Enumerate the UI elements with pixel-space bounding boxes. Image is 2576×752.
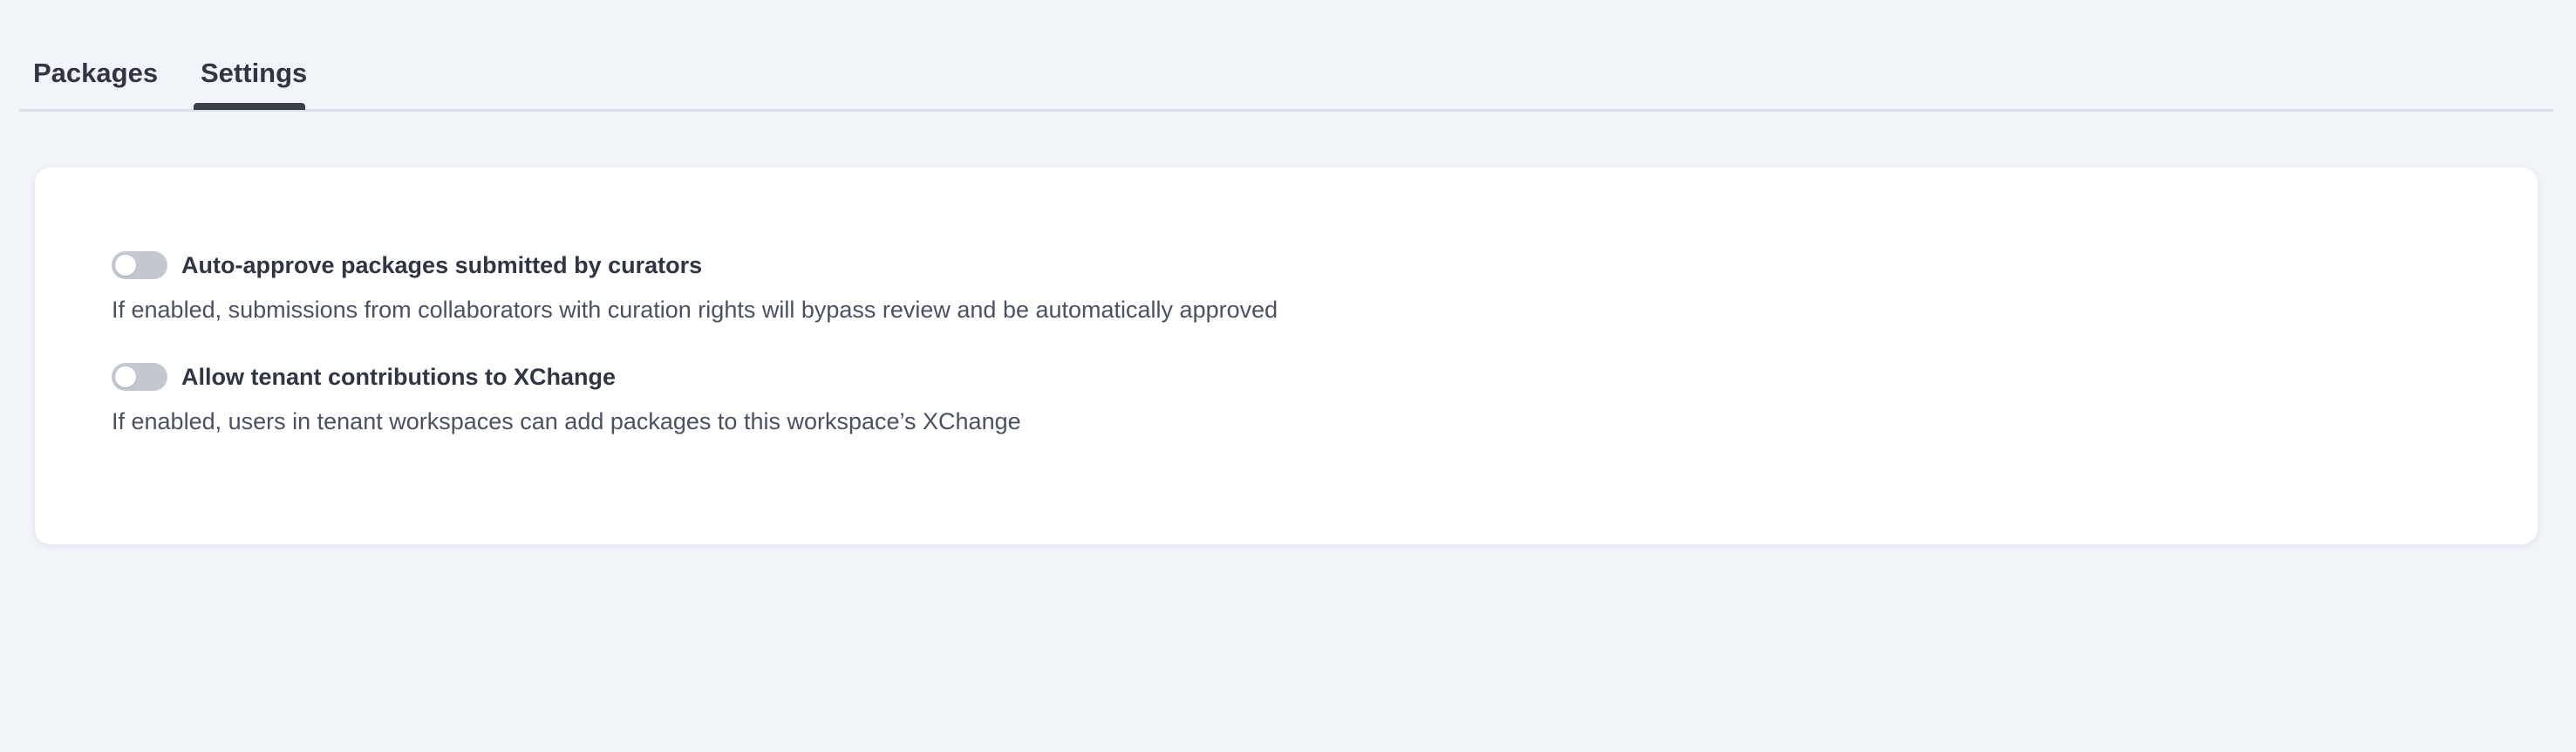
setting-row: Allow tenant contributions to XChange [112,359,1021,394]
auto-approve-toggle[interactable] [112,251,167,279]
tenant-contributions-description: If enabled, users in tenant workspaces c… [112,408,1021,434]
toggle-knob [115,255,136,276]
toggle-knob [115,366,136,387]
active-tab-indicator [194,103,305,110]
auto-approve-label: Auto-approve packages submitted by curat… [181,251,703,278]
auto-approve-description: If enabled, submissions from collaborato… [112,297,1278,323]
setting-tenant-contributions: Allow tenant contributions to XChange If… [112,359,1021,435]
tenant-contributions-toggle[interactable] [112,363,167,391]
setting-row: Auto-approve packages submitted by curat… [112,248,1278,283]
settings-card: Auto-approve packages submitted by curat… [35,167,2538,544]
tenant-contributions-label: Allow tenant contributions to XChange [181,363,616,390]
setting-auto-approve: Auto-approve packages submitted by curat… [112,248,1278,324]
tab-bar: Packages Settings [19,0,2553,112]
tab-packages[interactable]: Packages [33,58,158,112]
